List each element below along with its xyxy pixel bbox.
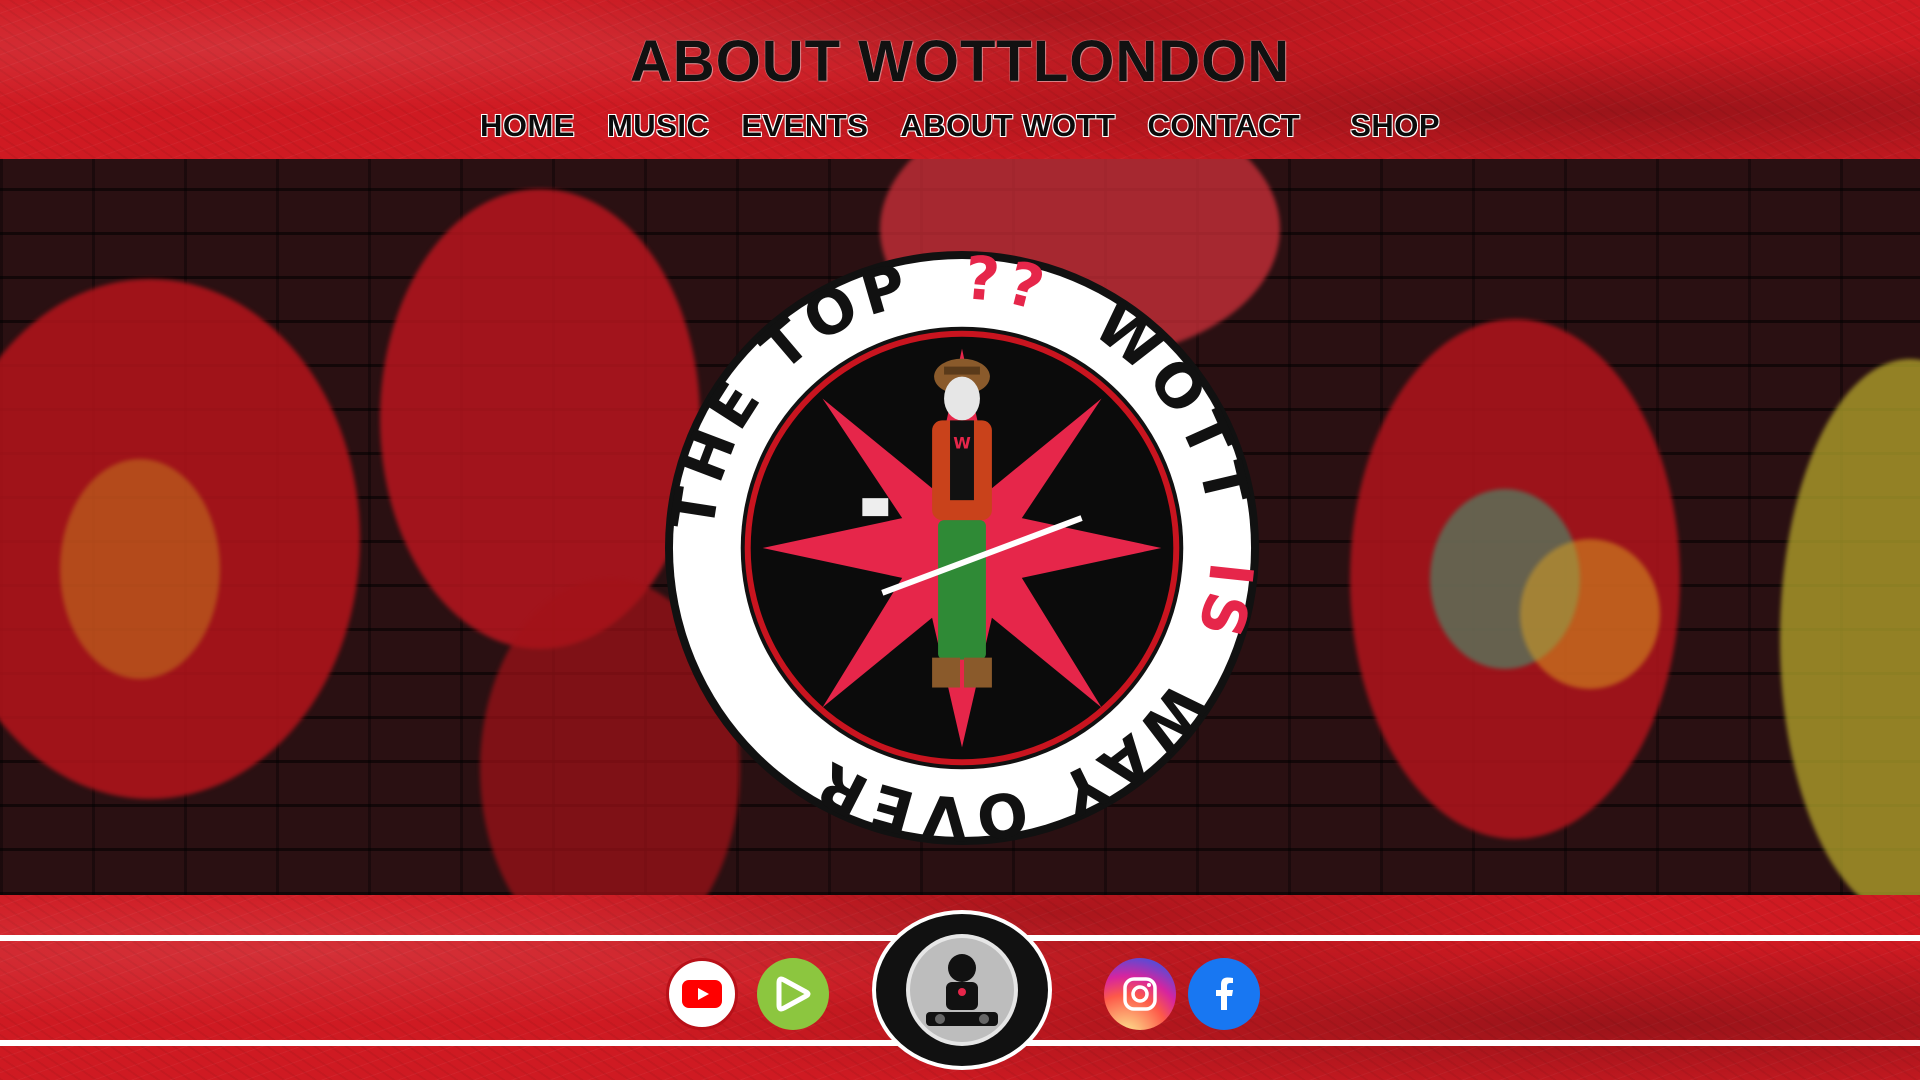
facebook-link[interactable]	[1188, 958, 1260, 1030]
svg-text:W: W	[953, 433, 971, 452]
nav-contact[interactable]: CONTACT	[1131, 108, 1316, 144]
instagram-icon	[1123, 977, 1157, 1011]
instagram-link[interactable]	[1104, 958, 1176, 1030]
dj-logo-icon	[906, 934, 1018, 1046]
youtube-icon	[682, 980, 722, 1008]
hero-art	[1780, 359, 1920, 895]
youtube-link[interactable]	[666, 958, 738, 1030]
hero-art	[60, 459, 220, 679]
nav-about-wott[interactable]: ABOUT WOTT	[884, 108, 1131, 144]
site-header: ABOUT WOTTLONDON HOME MUSIC EVENTS ABOUT…	[0, 0, 1920, 159]
dj-logo-button[interactable]	[872, 910, 1052, 1070]
nav-events[interactable]: EVENTS	[725, 108, 884, 144]
rumble-icon	[776, 976, 811, 1012]
hero-art	[1520, 539, 1660, 689]
hero-banner: W THE TOP ?? WOTT IS WAY OVER	[0, 159, 1920, 895]
nav-shop[interactable]: SHOP	[1334, 108, 1456, 144]
nav-home[interactable]: HOME	[464, 108, 591, 144]
page-title: ABOUT WOTTLONDON	[629, 29, 1291, 94]
nav-music[interactable]: MUSIC	[591, 108, 725, 144]
wott-badge-logo: W THE TOP ?? WOTT IS WAY OVER	[663, 249, 1260, 847]
hero-art	[380, 189, 700, 649]
main-nav: HOME MUSIC EVENTS ABOUT WOTT CONTACT SHO…	[0, 108, 1920, 144]
facebook-icon	[1216, 977, 1233, 1010]
rumble-link[interactable]	[757, 958, 829, 1030]
